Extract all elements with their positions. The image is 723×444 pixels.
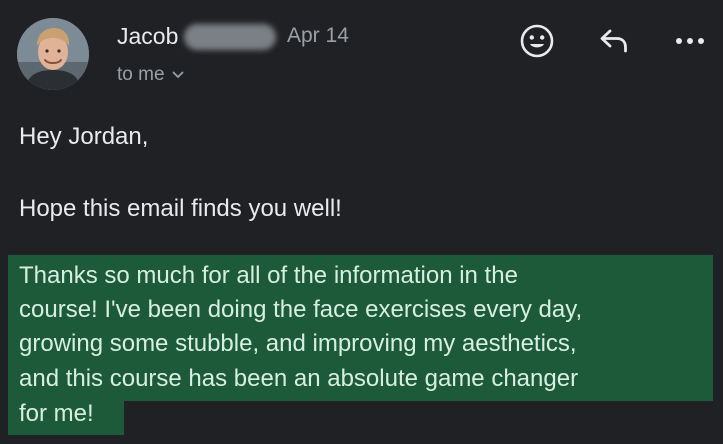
more-options-icon (676, 38, 704, 44)
reply-button[interactable] (592, 19, 636, 63)
person-avatar-icon (17, 18, 89, 90)
testimonial-line: and this course has been an absolute gam… (19, 365, 579, 392)
reply-arrow-icon (600, 29, 627, 53)
sender-name: Jacob (117, 23, 179, 49)
redacted-surname-blur (184, 24, 276, 50)
recipients-label: to me (117, 64, 165, 85)
email-greeting: Hey Jordan, (19, 123, 149, 150)
testimonial-line: course! I've been doing the face exercis… (19, 296, 583, 323)
email-opener: Hope this email finds you well! (19, 195, 342, 222)
sender-avatar[interactable] (17, 18, 89, 90)
email-date: Apr 14 (287, 24, 349, 47)
highlighted-testimonial: Thanks so much for all of the informatio… (8, 255, 713, 435)
more-options-button[interactable] (668, 19, 712, 63)
chevron-down-icon (172, 71, 183, 78)
testimonial-line: Thanks so much for all of the informatio… (19, 262, 518, 289)
smiley-icon (520, 24, 554, 58)
testimonial-line: for me! (19, 400, 94, 427)
testimonial-line: growing some stubble, and improving my a… (19, 330, 577, 357)
add-reaction-button[interactable] (515, 19, 559, 63)
recipients-toggle[interactable]: to me (117, 62, 184, 88)
